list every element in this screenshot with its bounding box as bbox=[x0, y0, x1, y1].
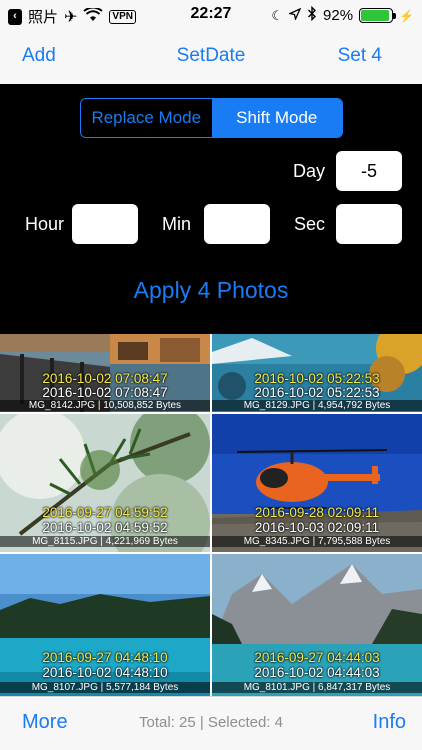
mode-segmented-control: Replace Mode Shift Mode bbox=[80, 98, 343, 138]
file-info-label: MG_8101.JPG | 6,847,317 Bytes bbox=[212, 682, 422, 693]
day-label: Day bbox=[293, 161, 326, 181]
photo-cell[interactable]: 2016-10-02 07:08:47 2016-10-02 07:08:47 … bbox=[0, 334, 210, 412]
new-date-label: 2016-09-27 04:44:03 bbox=[254, 650, 380, 665]
location-arrow-icon bbox=[287, 7, 302, 24]
hour-label: Hour bbox=[25, 214, 65, 234]
original-date-label: 2016-10-02 04:59:52 bbox=[42, 520, 168, 535]
navigation-bar: Add SetDate Set 4 bbox=[0, 30, 422, 84]
set-button[interactable]: Set 4 bbox=[338, 45, 382, 67]
min-label: Min bbox=[162, 214, 192, 234]
date-shift-panel: Replace Mode Shift Mode Day Hour Min Sec… bbox=[0, 84, 422, 334]
app-screen: ‹ 照片 ✈ VPN 22:27 ☾ 92% ⚡ Add SetDate Set… bbox=[0, 0, 422, 750]
bottom-toolbar: More Total: 25 | Selected: 4 Info bbox=[0, 696, 422, 750]
original-date-label: 2016-10-02 04:48:10 bbox=[42, 665, 168, 680]
file-info-label: MG_8107.JPG | 5,577,184 Bytes bbox=[0, 682, 210, 693]
min-field[interactable] bbox=[204, 204, 270, 244]
replace-mode-segment[interactable]: Replace Mode bbox=[81, 99, 212, 137]
new-date-label: 2016-10-02 07:08:47 bbox=[42, 371, 168, 386]
photo-cell[interactable]: 2016-09-27 04:48:10 2016-10-02 04:48:10 … bbox=[0, 554, 210, 696]
photo-cell[interactable]: 2016-10-02 05:22:53 2016-10-02 05:22:53 … bbox=[212, 334, 422, 412]
sec-field[interactable] bbox=[336, 204, 402, 244]
hour-field[interactable] bbox=[72, 204, 138, 244]
new-date-label: 2016-09-27 04:59:52 bbox=[42, 505, 168, 520]
new-date-label: 2016-09-28 02:09:11 bbox=[254, 505, 380, 520]
moon-icon: ☾ bbox=[271, 7, 284, 23]
battery-icon bbox=[359, 8, 397, 23]
info-button[interactable]: Info bbox=[373, 711, 406, 734]
photo-grid: 2016-10-02 07:08:47 2016-10-02 07:08:47 … bbox=[0, 334, 422, 696]
file-info-label: MG_8142.JPG | 10,508,852 Bytes bbox=[0, 400, 210, 411]
original-date-label: 2016-10-02 04:44:03 bbox=[254, 665, 380, 680]
status-right: ☾ 92% ⚡ bbox=[271, 5, 414, 25]
file-info-label: MG_8129.JPG | 4,954,792 Bytes bbox=[212, 400, 422, 411]
charging-icon: ⚡ bbox=[399, 8, 414, 23]
day-field[interactable] bbox=[336, 151, 402, 191]
file-info-label: MG_8345.JPG | 7,795,588 Bytes bbox=[212, 536, 422, 547]
new-date-label: 2016-09-27 04:48:10 bbox=[42, 650, 168, 665]
selection-status: Total: 25 | Selected: 4 bbox=[139, 714, 283, 731]
status-bar: ‹ 照片 ✈ VPN 22:27 ☾ 92% ⚡ bbox=[0, 0, 422, 30]
photo-cell[interactable]: 2016-09-27 04:59:52 2016-10-02 04:59:52 … bbox=[0, 414, 210, 552]
original-date-label: 2016-10-02 05:22:53 bbox=[254, 385, 380, 400]
bluetooth-icon bbox=[307, 5, 317, 25]
sec-label: Sec bbox=[294, 214, 326, 234]
file-info-label: MG_8115.JPG | 4,221,969 Bytes bbox=[0, 536, 210, 547]
battery-tip bbox=[393, 13, 397, 19]
battery-fill bbox=[361, 10, 389, 21]
photo-cell[interactable]: 2016-09-27 04:44:03 2016-10-02 04:44:03 … bbox=[212, 554, 422, 696]
apply-photos-button[interactable]: Apply 4 Photos bbox=[0, 277, 422, 304]
photo-cell[interactable]: 2016-09-28 02:09:11 2016-10-03 02:09:11 … bbox=[212, 414, 422, 552]
original-date-label: 2016-10-02 07:08:47 bbox=[42, 385, 168, 400]
battery-percent: 92% bbox=[323, 7, 354, 24]
shift-mode-segment[interactable]: Shift Mode bbox=[211, 99, 342, 137]
new-date-label: 2016-10-02 05:22:53 bbox=[254, 371, 380, 386]
original-date-label: 2016-10-03 02:09:11 bbox=[254, 520, 380, 535]
